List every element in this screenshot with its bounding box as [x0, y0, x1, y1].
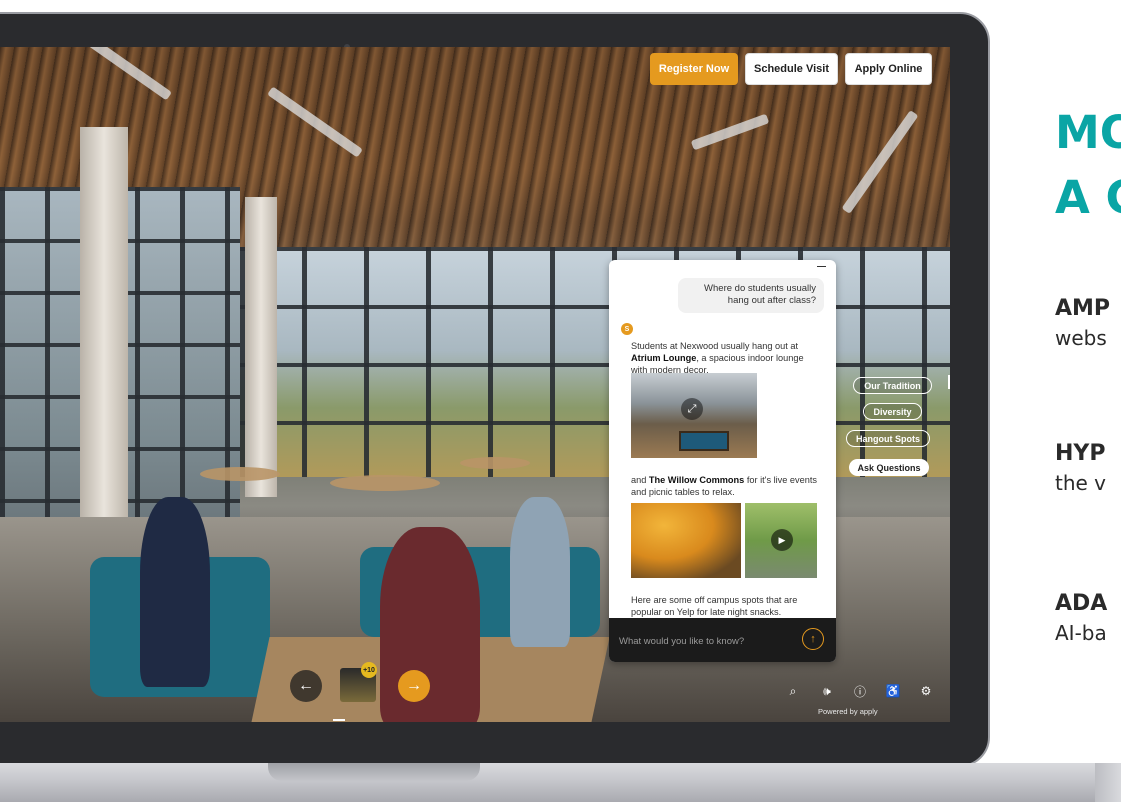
send-icon[interactable]: ↑	[802, 628, 824, 650]
user-message: Where do students usually hang out after…	[678, 278, 824, 313]
scene-table	[200, 467, 280, 481]
willow-commons-image[interactable]	[631, 503, 741, 578]
feature-2-title: HYP	[1055, 441, 1106, 466]
search-icon[interactable]: ⌕	[785, 683, 801, 699]
chat-input[interactable]	[617, 631, 791, 651]
apply-online-button[interactable]: Apply Online	[845, 53, 932, 85]
marketing-copy: MO A C AMP webs HYP the v ADA AI-ba	[1055, 0, 1121, 802]
powered-by-label: Powered by applу	[818, 707, 878, 716]
topic-our-tradition[interactable]: Our Tradition	[853, 377, 932, 394]
accessibility-icon[interactable]: ♿	[885, 683, 901, 699]
scene-student	[510, 497, 570, 647]
expand-icon[interactable]: ⤢	[681, 398, 703, 420]
chat-input-bar: ↑	[609, 618, 836, 662]
schedule-visit-button[interactable]: Schedule Visit	[745, 53, 838, 85]
thumbnail-count-badge: +10	[361, 662, 377, 678]
laptop-base-notch	[268, 763, 480, 781]
register-now-button[interactable]: Register Now	[650, 53, 738, 85]
arrow-left-icon[interactable]: ←	[290, 670, 322, 702]
settings-icon[interactable]: ⚙	[918, 683, 934, 699]
billiard-table	[679, 431, 729, 451]
scene-windows	[240, 247, 950, 477]
bot-message-third: Here are some off campus spots that are …	[631, 595, 798, 617]
scene-student	[380, 527, 480, 722]
scene-pillar	[245, 197, 277, 497]
side-marker	[948, 375, 950, 389]
topic-hangout-spots[interactable]: Hangout Spots	[846, 430, 930, 447]
feature-3-desc: AI-ba	[1055, 621, 1107, 645]
scene-student	[140, 497, 210, 687]
laptop-base-edge	[1095, 763, 1121, 802]
willow-commons-video[interactable]: ▶	[745, 503, 817, 578]
bot-avatar: S	[621, 323, 633, 335]
atrium-lounge-image[interactable]: ⤢	[631, 373, 757, 458]
volume-icon[interactable]: 🕪	[819, 683, 835, 699]
brand-logo: applу	[859, 707, 878, 716]
laptop-base	[0, 763, 1121, 802]
headline-line-1: MO	[1055, 106, 1121, 159]
topic-ask-questions[interactable]: Ask Questions	[849, 459, 929, 476]
scene-table	[330, 475, 440, 491]
play-icon[interactable]: ▶	[771, 529, 793, 551]
bot-message-second: and The Willow Commons for it's live eve…	[631, 475, 817, 497]
bot-message-intro: Students at Nexwood usually hang out at …	[631, 341, 804, 375]
feature-1-title: AMP	[1055, 296, 1111, 321]
feature-1-desc: webs	[1055, 326, 1107, 350]
minimize-chat-button[interactable]	[817, 266, 826, 267]
progress-marker	[333, 719, 345, 721]
topic-diversity[interactable]: Diversity	[863, 403, 922, 420]
arrow-right-icon[interactable]: →	[398, 670, 430, 702]
scene-table	[460, 457, 530, 469]
info-icon[interactable]: ⓘ	[852, 683, 868, 699]
scene-pillar	[80, 127, 128, 567]
virtual-tour-screen[interactable]: Register Now Schedule Visit Apply Online…	[0, 47, 950, 722]
feature-3-title: ADA	[1055, 591, 1108, 616]
headline-line-2: A C	[1055, 171, 1121, 224]
feature-2-desc: the v	[1055, 471, 1107, 495]
chat-panel: Where do students usually hang out after…	[609, 260, 836, 662]
